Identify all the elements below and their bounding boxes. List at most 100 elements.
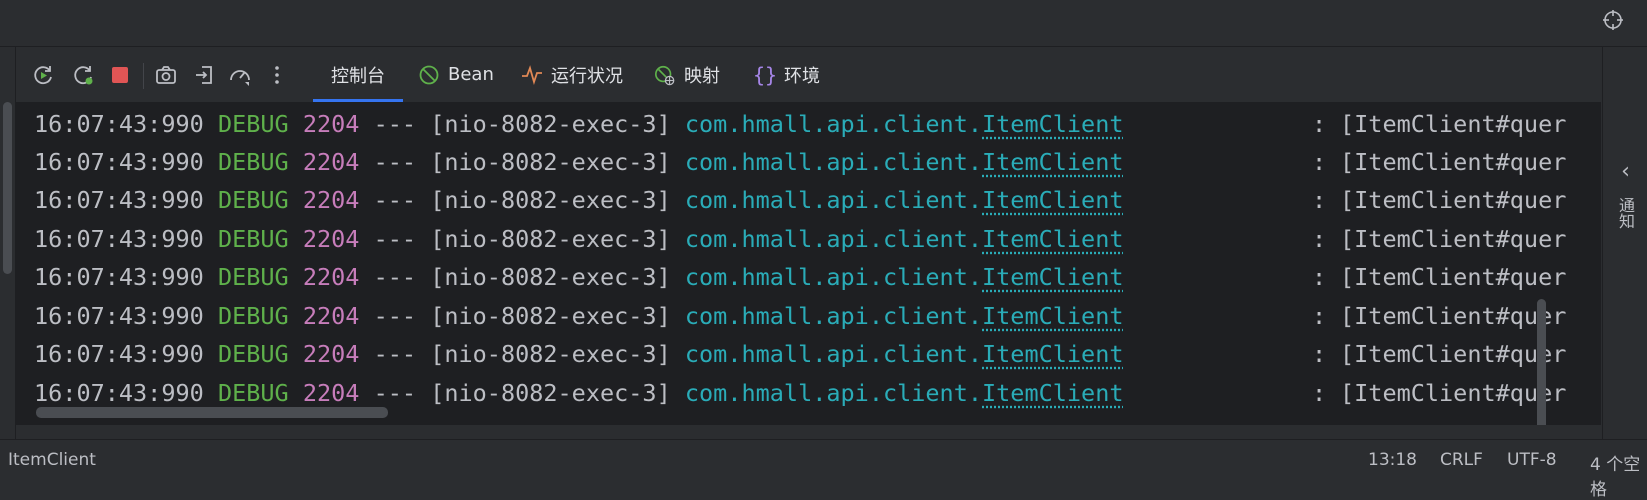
run-toolbar: 控制台 Bean 运行状况 映射 {} 环境 xyxy=(16,47,1603,102)
log-separator: --- xyxy=(374,263,416,291)
log-row: 16:07:43:990 DEBUG 2204 --- [nio-8082-ex… xyxy=(34,180,1124,220)
log-message: [ItemClient#quer xyxy=(1340,373,1566,413)
exit-icon[interactable] xyxy=(190,61,218,89)
indent-setting[interactable]: 4 个空格 xyxy=(1590,450,1647,500)
notifications-label[interactable]: 通知 xyxy=(1613,197,1637,229)
left-scrollbar[interactable] xyxy=(3,102,12,274)
log-thread: [nio-8082-exec-3] xyxy=(430,379,671,407)
log-logger-class-link[interactable]: ItemClient xyxy=(982,340,1123,368)
log-separator: --- xyxy=(374,225,416,253)
chevron-left-icon[interactable]: ‹ xyxy=(1603,159,1647,184)
log-logger-class-link[interactable]: ItemClient xyxy=(982,110,1123,138)
bean-icon xyxy=(418,64,440,86)
log-level: DEBUG xyxy=(218,148,289,176)
log-logger-class-link[interactable]: ItemClient xyxy=(982,186,1123,214)
rerun-icon[interactable] xyxy=(30,61,58,89)
log-logger-class-link[interactable]: ItemClient xyxy=(982,263,1123,291)
log-timestamp: 16:07:43:990 xyxy=(34,148,204,176)
log-colon: : xyxy=(1312,296,1326,336)
caret-position[interactable]: 13:18 xyxy=(1368,450,1417,470)
tab-environment[interactable]: {} 环境 xyxy=(754,47,820,102)
health-icon xyxy=(521,64,543,86)
log-message: [ItemClient#quer xyxy=(1340,104,1566,144)
more-icon[interactable] xyxy=(263,61,291,89)
screenshot-icon[interactable] xyxy=(152,61,180,89)
log-row: 16:07:43:990 DEBUG 2204 --- [nio-8082-ex… xyxy=(34,142,1124,182)
log-pid: 2204 xyxy=(303,302,360,330)
log-pid: 2204 xyxy=(303,225,360,253)
log-logger-package: com.hmall.api.client. xyxy=(685,340,982,368)
rerun-debug-icon[interactable] xyxy=(70,61,98,89)
tab-label: 环境 xyxy=(784,62,820,88)
log-message: [ItemClient#quer xyxy=(1340,219,1566,259)
log-row: 16:07:43:990 DEBUG 2204 --- [nio-8082-ex… xyxy=(34,334,1124,374)
log-row: 16:07:43:990 DEBUG 2204 --- [nio-8082-ex… xyxy=(34,219,1124,259)
log-colon: : xyxy=(1312,180,1326,220)
log-separator: --- xyxy=(374,302,416,330)
log-logger-class-link[interactable]: ItemClient xyxy=(982,379,1123,407)
log-level: DEBUG xyxy=(218,110,289,138)
log-timestamp: 16:07:43:990 xyxy=(34,186,204,214)
log-pid: 2204 xyxy=(303,379,360,407)
stop-icon[interactable] xyxy=(106,61,134,89)
log-thread: [nio-8082-exec-3] xyxy=(430,225,671,253)
file-encoding[interactable]: UTF-8 xyxy=(1507,450,1557,470)
breadcrumb[interactable]: ItemClient xyxy=(8,450,96,470)
log-logger-package: com.hmall.api.client. xyxy=(685,302,982,330)
tab-console[interactable]: 控制台 xyxy=(331,47,385,102)
log-pid: 2204 xyxy=(303,110,360,138)
log-timestamp: 16:07:43:990 xyxy=(34,302,204,330)
log-logger-package: com.hmall.api.client. xyxy=(685,225,982,253)
log-colon: : xyxy=(1312,257,1326,297)
log-colon: : xyxy=(1312,373,1326,413)
right-tool-strip: ‹ 通知 xyxy=(1602,47,1647,439)
log-logger-package: com.hmall.api.client. xyxy=(685,186,982,214)
vertical-scrollbar[interactable] xyxy=(1537,299,1546,425)
performance-icon[interactable] xyxy=(226,61,254,89)
log-separator: --- xyxy=(374,186,416,214)
tab-health[interactable]: 运行状况 xyxy=(521,47,623,102)
console-output[interactable]: 16:07:43:990 DEBUG 2204 --- [nio-8082-ex… xyxy=(16,102,1601,425)
log-colon: : xyxy=(1312,142,1326,182)
horizontal-scrollbar[interactable] xyxy=(36,407,388,418)
log-level: DEBUG xyxy=(218,302,289,330)
log-logger-class-link[interactable]: ItemClient xyxy=(982,302,1123,330)
tab-label: 映射 xyxy=(684,62,720,88)
crosshair-icon[interactable] xyxy=(1601,8,1625,32)
log-colon: : xyxy=(1312,104,1326,144)
environment-icon: {} xyxy=(754,64,776,86)
log-thread: [nio-8082-exec-3] xyxy=(430,148,671,176)
tab-label: Bean xyxy=(448,64,494,85)
log-timestamp: 16:07:43:990 xyxy=(34,379,204,407)
log-thread: [nio-8082-exec-3] xyxy=(430,263,671,291)
log-level: DEBUG xyxy=(218,263,289,291)
log-colon: : xyxy=(1312,334,1326,374)
log-timestamp: 16:07:43:990 xyxy=(34,110,204,138)
toolbar-separator xyxy=(143,63,144,89)
tab-bean[interactable]: Bean xyxy=(418,47,494,102)
log-pid: 2204 xyxy=(303,263,360,291)
log-logger-class-link[interactable]: ItemClient xyxy=(982,148,1123,176)
log-logger-package: com.hmall.api.client. xyxy=(685,263,982,291)
log-timestamp: 16:07:43:990 xyxy=(34,263,204,291)
log-logger-class-link[interactable]: ItemClient xyxy=(982,225,1123,253)
log-thread: [nio-8082-exec-3] xyxy=(430,186,671,214)
log-level: DEBUG xyxy=(218,340,289,368)
log-colon: : xyxy=(1312,219,1326,259)
log-row: 16:07:43:990 DEBUG 2204 --- [nio-8082-ex… xyxy=(34,257,1124,297)
left-gutter xyxy=(0,47,16,439)
log-pid: 2204 xyxy=(303,340,360,368)
log-thread: [nio-8082-exec-3] xyxy=(430,110,671,138)
log-timestamp: 16:07:43:990 xyxy=(34,225,204,253)
tab-label: 控制台 xyxy=(331,62,385,88)
status-bar: ItemClient 13:18 CRLF UTF-8 4 个空格 xyxy=(0,439,1647,481)
log-row: 16:07:43:990 DEBUG 2204 --- [nio-8082-ex… xyxy=(34,296,1124,336)
line-ending[interactable]: CRLF xyxy=(1440,450,1483,470)
log-level: DEBUG xyxy=(218,225,289,253)
log-logger-package: com.hmall.api.client. xyxy=(685,110,982,138)
log-message: [ItemClient#quer xyxy=(1340,296,1566,336)
log-pid: 2204 xyxy=(303,186,360,214)
log-level: DEBUG xyxy=(218,379,289,407)
log-thread: [nio-8082-exec-3] xyxy=(430,340,671,368)
tab-mapping[interactable]: 映射 xyxy=(654,47,720,102)
